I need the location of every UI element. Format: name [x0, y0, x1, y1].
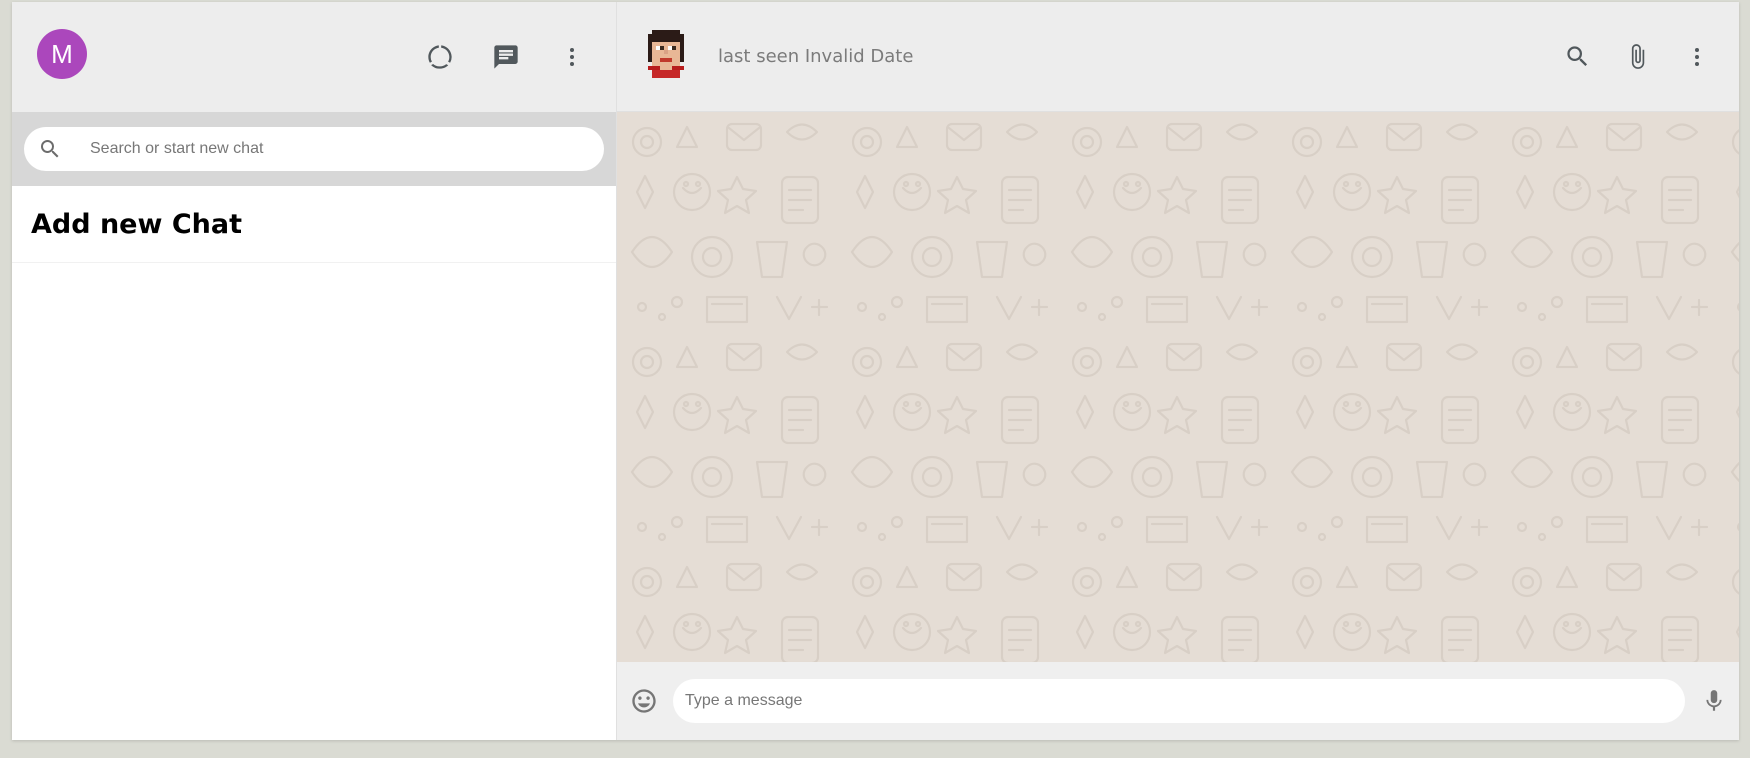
- user-avatar[interactable]: M: [37, 29, 87, 79]
- attach-icon[interactable]: [1615, 35, 1659, 79]
- chat-menu-icon[interactable]: [1675, 35, 1719, 79]
- contact-avatar[interactable]: [644, 29, 688, 79]
- chat-panel: last seen Invalid Date: [617, 2, 1739, 740]
- microphone-icon[interactable]: [1699, 686, 1729, 716]
- search-messages-icon[interactable]: [1555, 35, 1599, 79]
- add-new-chat-label: Add new Chat: [31, 208, 242, 240]
- message-input-wrapper: [673, 679, 1685, 723]
- sidebar: M Add new Chat: [12, 2, 617, 740]
- message-composer: [617, 662, 1739, 740]
- add-new-chat-button[interactable]: Add new Chat: [12, 186, 616, 263]
- app-window: M Add new Chat: [12, 2, 1739, 740]
- search-icon: [41, 140, 59, 158]
- search-bar: [12, 112, 616, 186]
- search-box: [24, 127, 604, 171]
- new-chat-icon[interactable]: [484, 35, 528, 79]
- emoji-icon[interactable]: [629, 686, 659, 716]
- menu-icon[interactable]: [550, 35, 594, 79]
- wallpaper-pattern: [617, 112, 1739, 662]
- chat-messages-area: [617, 112, 1739, 662]
- chat-header: last seen Invalid Date: [617, 2, 1739, 112]
- status-icon[interactable]: [418, 35, 462, 79]
- message-input[interactable]: [685, 692, 1673, 710]
- search-input[interactable]: [90, 140, 590, 158]
- chat-header-icons: [1555, 35, 1719, 79]
- sidebar-header: M: [12, 2, 616, 112]
- sidebar-header-icons: [418, 35, 594, 79]
- last-seen-status: last seen Invalid Date: [718, 46, 914, 67]
- chat-list: Add new Chat: [12, 186, 616, 740]
